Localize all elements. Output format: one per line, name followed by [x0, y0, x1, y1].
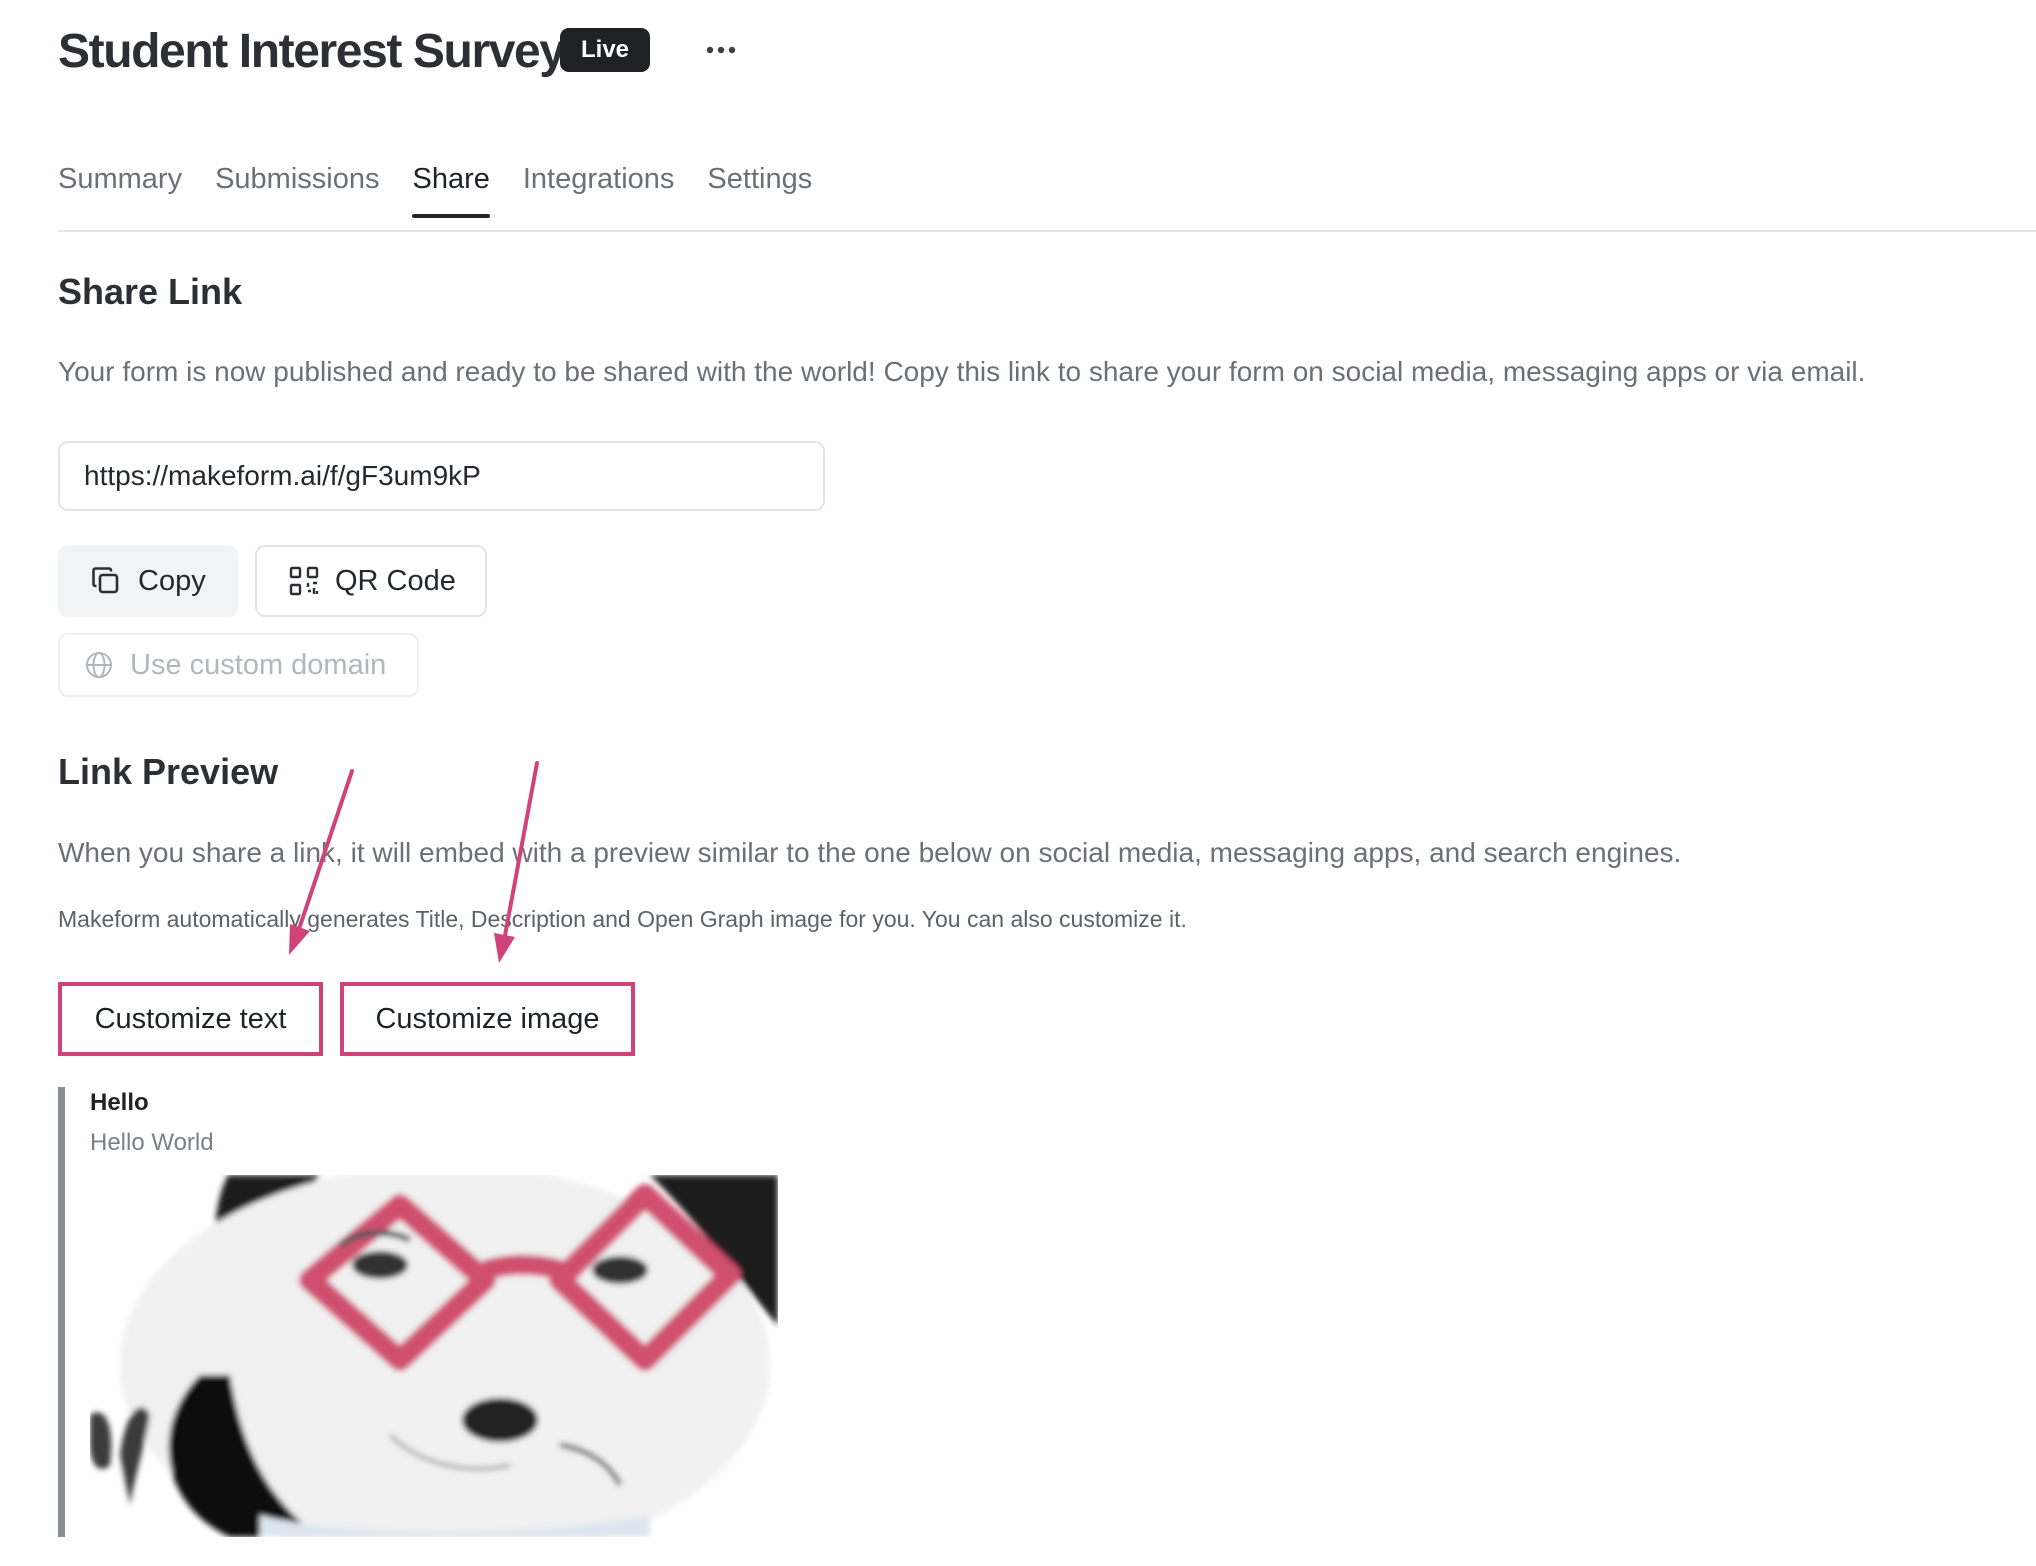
tab-share[interactable]: Share: [412, 158, 491, 218]
link-preview-note: Makeform automatically generates Title, …: [58, 906, 1187, 932]
preview-title: Hello: [90, 1089, 149, 1116]
qr-code-button-label: QR Code: [335, 564, 456, 597]
tab-summary[interactable]: Summary: [58, 158, 182, 218]
tab-divider: [58, 230, 2036, 232]
link-preview-description: When you share a link, it will embed wit…: [58, 837, 1682, 868]
custom-domain-button[interactable]: Use custom domain: [58, 633, 419, 697]
preview-image: [90, 1175, 778, 1537]
page-title: Student Interest Survey: [58, 25, 566, 78]
copy-button-label: Copy: [138, 564, 206, 597]
qr-code-button[interactable]: QR Code: [255, 545, 487, 617]
preview-description: Hello World: [90, 1129, 214, 1156]
customize-text-button[interactable]: Customize text: [58, 982, 323, 1056]
status-badge: Live: [560, 28, 651, 72]
copy-icon: [90, 565, 122, 597]
link-preview-heading: Link Preview: [58, 751, 279, 792]
tab-settings[interactable]: Settings: [707, 158, 812, 218]
copy-button[interactable]: Copy: [58, 545, 238, 617]
tab-integrations[interactable]: Integrations: [523, 158, 675, 218]
globe-icon: [84, 650, 114, 680]
custom-domain-label: Use custom domain: [130, 648, 387, 681]
customize-image-button[interactable]: Customize image: [340, 982, 635, 1056]
tab-bar: Summary Submissions Share Integrations S…: [58, 158, 845, 218]
more-options-button[interactable]: [702, 30, 740, 70]
share-link-description: Your form is now published and ready to …: [58, 356, 1866, 387]
share-link-heading: Share Link: [58, 271, 243, 312]
qr-code-icon: [289, 566, 319, 596]
ellipsis-icon: [706, 46, 736, 54]
tab-submissions[interactable]: Submissions: [215, 158, 379, 218]
preview-card-border: [58, 1087, 65, 1537]
share-url-field[interactable]: [58, 441, 825, 511]
